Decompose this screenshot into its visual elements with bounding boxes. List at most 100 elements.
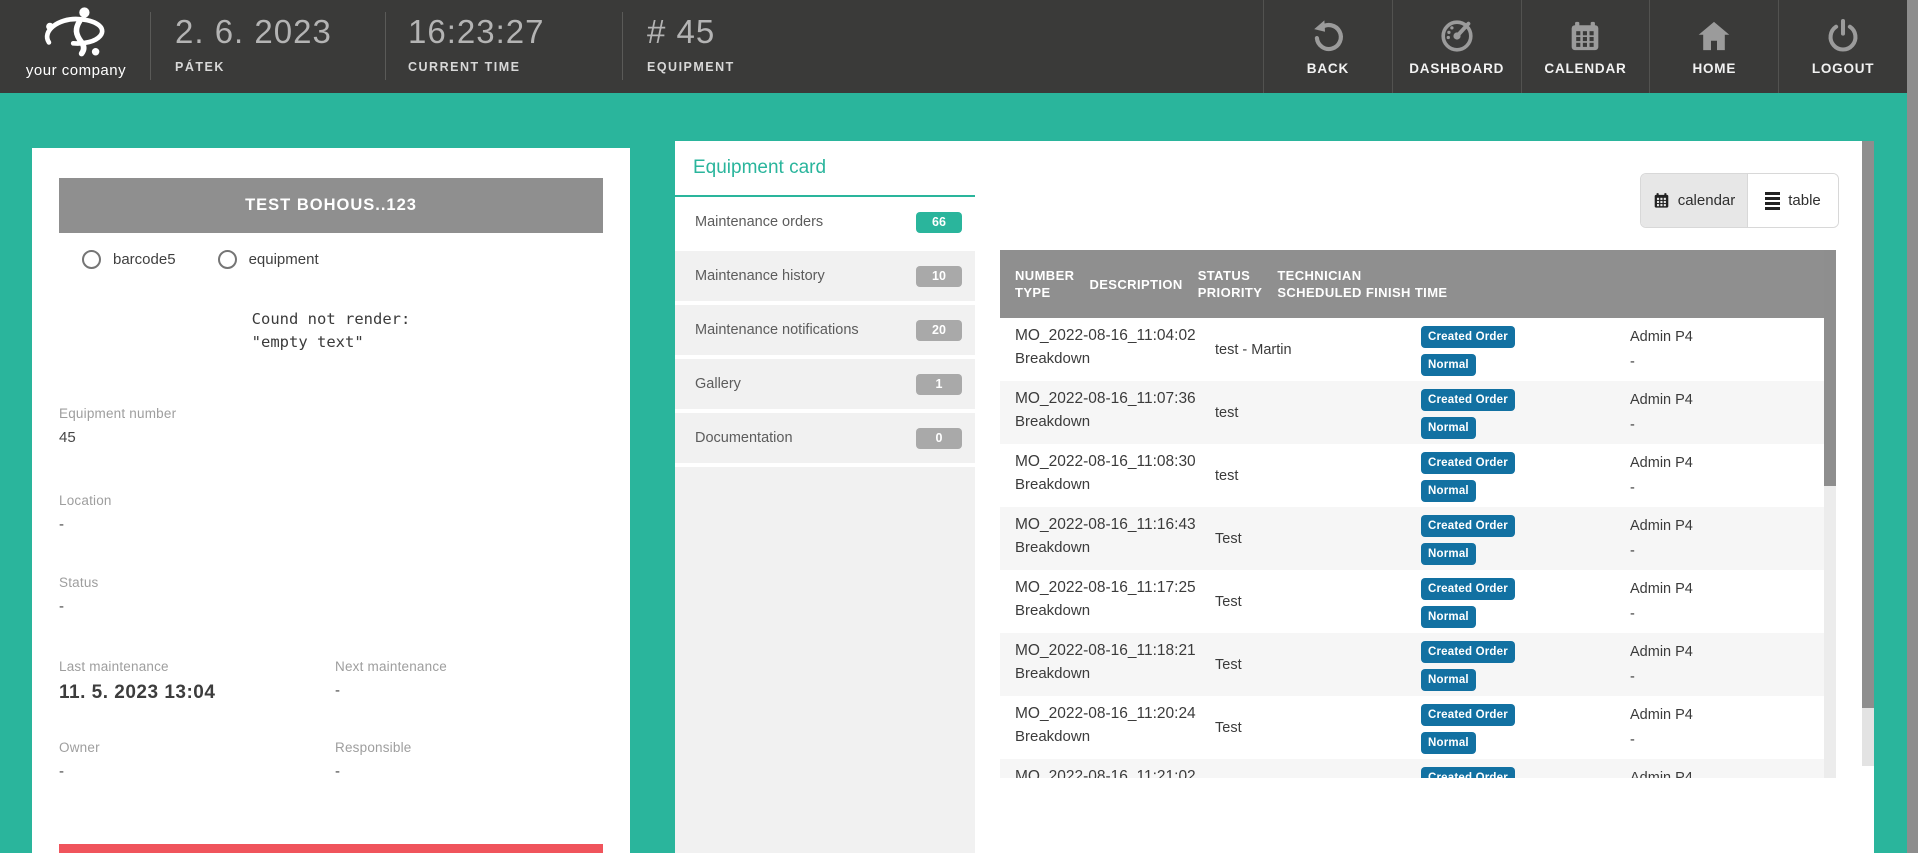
equipment-detail-panel: TEST BOHOUS..123 barcode5 equipment Coun…	[32, 148, 630, 853]
logo-figure-icon	[34, 4, 118, 64]
cell-status-priority: Created Order Normal	[1406, 696, 1615, 759]
field-value: 45	[59, 429, 319, 446]
radio-option[interactable]: barcode5	[82, 250, 176, 269]
order-description: Test	[1215, 531, 1242, 547]
table-row[interactable]: MO_2022-08-16_11:20:24 Breakdown Test Cr…	[1000, 696, 1824, 759]
technician-name: Admin P4	[1630, 770, 1824, 778]
app-root: your company 2. 6. 2023 PÁTEK 16:23:27 C…	[0, 0, 1918, 853]
technician-name: Admin P4	[1630, 518, 1824, 534]
table-row[interactable]: MO_2022-08-16_11:16:43 Breakdown Test Cr…	[1000, 507, 1824, 570]
menu-item[interactable]: Maintenance orders 66	[675, 197, 975, 251]
technician-name: Admin P4	[1630, 644, 1824, 660]
field-status: Status -	[59, 575, 319, 615]
cell-technician-finish: Admin P4 -	[1615, 318, 1824, 381]
radio-label: equipment	[249, 251, 319, 268]
table-row[interactable]: MO_2022-08-16_11:04:02 Breakdown test - …	[1000, 318, 1824, 381]
order-type: Breakdown	[1015, 413, 1200, 430]
equipment-header-label: EQUIPMENT	[647, 60, 735, 74]
column-header[interactable]: TECHNICIAN SCHEDULED FINISH TIME	[1262, 250, 1447, 318]
cell-status-priority: Created Order Normal	[1406, 570, 1615, 633]
calendar-button[interactable]: CALENDAR	[1521, 0, 1650, 93]
column-header[interactable]: DESCRIPTION	[1074, 250, 1182, 318]
status-badge: Created Order	[1421, 641, 1515, 663]
cell-status-priority: Created Order Normal	[1406, 633, 1615, 696]
field-value: -	[335, 682, 595, 699]
cell-description: test	[1200, 381, 1406, 444]
menu-items: Maintenance orders 66 Maintenance histor…	[675, 197, 975, 467]
dashboard-button[interactable]: DASHBOARD	[1392, 0, 1521, 93]
cell-number-type: MO_2022-08-16_11:16:43 Breakdown	[1000, 507, 1200, 570]
current-time: 16:23:27	[408, 13, 544, 51]
browser-scrollbar[interactable]	[1907, 0, 1918, 853]
maintenance-orders-panel: calendar table NUMBER TYPE DESCRIPTION	[975, 141, 1874, 853]
current-time-label: CURRENT TIME	[408, 60, 544, 74]
radio-circle[interactable]	[218, 250, 237, 269]
cell-status-priority: Created Order Normal	[1406, 507, 1615, 570]
order-number: MO_2022-08-16_11:07:36	[1015, 390, 1200, 408]
home-button[interactable]: HOME	[1649, 0, 1778, 93]
calendar-view-button[interactable]: calendar	[1641, 174, 1747, 227]
logout-button[interactable]: LOGOUT	[1778, 0, 1907, 93]
radio-circle[interactable]	[82, 250, 101, 269]
dashboard-icon	[1439, 18, 1475, 54]
cell-description: Test	[1200, 696, 1406, 759]
table-scrollbar[interactable]	[1824, 250, 1836, 778]
order-number: MO_2022-08-16_11:04:02	[1015, 327, 1200, 345]
table-row[interactable]: MO_2022-08-16_11:08:30 Breakdown test Cr…	[1000, 444, 1824, 507]
table-row[interactable]: MO_2022-08-16_11:17:25 Breakdown Test Cr…	[1000, 570, 1824, 633]
field-label: Responsible	[335, 740, 595, 755]
menu-item[interactable]: Gallery 1	[675, 359, 975, 413]
table-view-button[interactable]: table	[1747, 174, 1838, 227]
company-logo[interactable]: your company	[8, 2, 144, 92]
status-badge: Created Order	[1421, 767, 1515, 778]
logout-label: LOGOUT	[1812, 61, 1875, 76]
cell-number-type: MO_2022-08-16_11:07:36 Breakdown	[1000, 381, 1200, 444]
table-scrollbar-thumb[interactable]	[1824, 250, 1836, 486]
weekday-label: PÁTEK	[175, 60, 332, 74]
menu-item[interactable]: Maintenance history 10	[675, 251, 975, 305]
panel-scrollbar[interactable]	[1862, 141, 1874, 766]
field-next-maintenance: Next maintenance -	[335, 659, 595, 699]
cell-status-priority: Created Order Normal	[1406, 318, 1615, 381]
column-header-line2: PRIORITY	[1198, 284, 1263, 301]
menu-item-label: Maintenance history	[695, 251, 825, 301]
order-number: MO_2022-08-16_11:16:43	[1015, 516, 1200, 534]
status-badge: Created Order	[1421, 704, 1515, 726]
scheduled-finish-time: -	[1630, 543, 1824, 559]
menu-item[interactable]: Maintenance notifications 20	[675, 305, 975, 359]
alert-bar[interactable]	[59, 844, 603, 853]
field-equipment-number: Equipment number 45	[59, 406, 319, 446]
header-separator	[622, 12, 623, 80]
menu-item-label: Maintenance orders	[695, 197, 823, 247]
field-label: Next maintenance	[335, 659, 595, 674]
priority-badge: Normal	[1421, 606, 1476, 628]
technician-name: Admin P4	[1630, 392, 1824, 408]
scheduled-finish-time: -	[1630, 606, 1824, 622]
status-badge: Created Order	[1421, 326, 1515, 348]
column-header-line1: TECHNICIAN	[1277, 267, 1447, 284]
table-row[interactable]: MO_2022-08-16_11:18:21 Breakdown Test Cr…	[1000, 633, 1824, 696]
priority-badge: Normal	[1421, 480, 1476, 502]
technician-name: Admin P4	[1630, 581, 1824, 597]
field-label: Equipment number	[59, 406, 319, 421]
table-row[interactable]: MO_2022-08-16_11:21:02 Breakdown Test Cr…	[1000, 759, 1824, 778]
panel-scrollbar-thumb[interactable]	[1862, 141, 1874, 708]
equipment-title: TEST BOHOUS..123	[59, 178, 603, 233]
table-row[interactable]: MO_2022-08-16_11:07:36 Breakdown test Cr…	[1000, 381, 1824, 444]
scheduled-finish-time: -	[1630, 480, 1824, 496]
back-button[interactable]: BACK	[1263, 0, 1392, 93]
calendar-icon	[1653, 192, 1670, 209]
cell-technician-finish: Admin P4 -	[1615, 696, 1824, 759]
menu-item[interactable]: Documentation 0	[675, 413, 975, 467]
column-header[interactable]: STATUS PRIORITY	[1183, 250, 1263, 318]
menu-item-label: Maintenance notifications	[695, 305, 859, 355]
cell-status-priority: Created Order Normal	[1406, 759, 1615, 778]
radio-option[interactable]: equipment	[218, 250, 319, 269]
field-label: Owner	[59, 740, 319, 755]
table-toggle-label: table	[1788, 192, 1821, 209]
order-description: Test	[1215, 657, 1242, 673]
order-number: MO_2022-08-16_11:20:24	[1015, 705, 1200, 723]
column-header[interactable]: NUMBER TYPE	[1000, 250, 1074, 318]
column-header-line2: SCHEDULED FINISH TIME	[1277, 284, 1447, 301]
orders-table-body: MO_2022-08-16_11:04:02 Breakdown test - …	[1000, 318, 1824, 778]
